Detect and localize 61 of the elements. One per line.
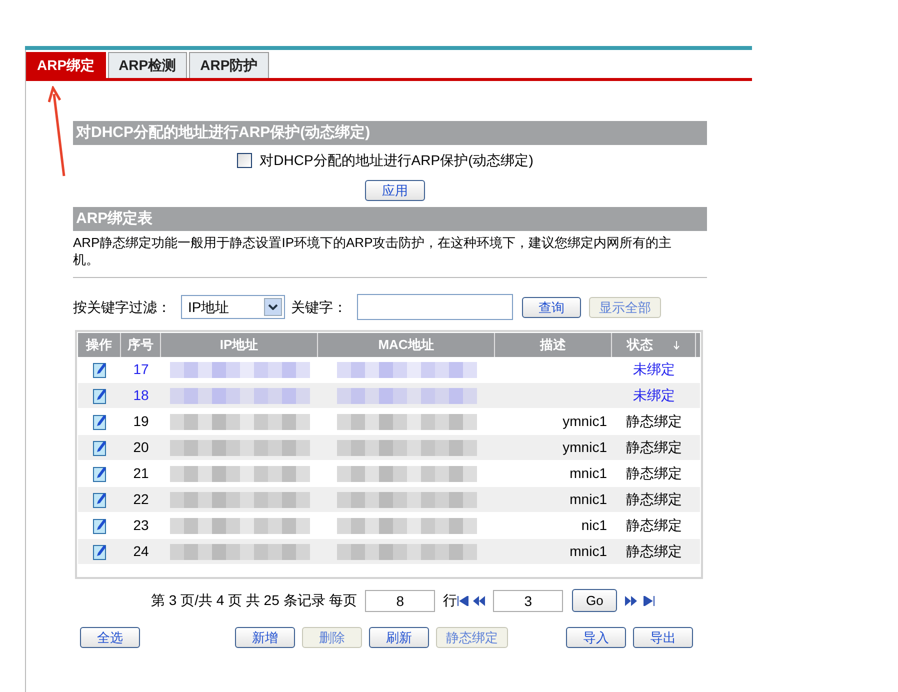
checkbox[interactable]: [236, 153, 252, 168]
section-header: 对DHCP分配的地址进行ARP保护(动态绑定): [73, 121, 707, 145]
tab[interactable]: ARP绑定: [26, 52, 106, 78]
edit-icon[interactable]: [92, 492, 106, 508]
table-cell-text: 18: [132, 386, 150, 405]
rows-label: 行: [443, 591, 458, 610]
table-cell-text: 17: [132, 360, 150, 379]
edit-icon[interactable]: [92, 362, 106, 378]
table-cell-text: mnic1: [570, 542, 607, 561]
action-button[interactable]: 全选: [80, 627, 140, 648]
keyword-field[interactable]: [357, 294, 513, 320]
edit-icon[interactable]: [92, 414, 106, 430]
status-cell-text: 静态绑定: [625, 438, 683, 457]
page-info: 第 3 页/共 4 页 共 25 条记录 每页: [151, 591, 358, 610]
table-cell-text: ymnic1: [562, 412, 607, 431]
table-cell-text: nic1: [581, 516, 607, 535]
table-cell-text: mnic1: [570, 490, 607, 509]
table-cell-text: ymnic1: [562, 438, 607, 457]
table-cell-text: 21: [132, 464, 150, 483]
chevron-down-icon: [268, 304, 278, 310]
last-page-icon[interactable]: [643, 596, 656, 606]
table-cell-text: 19: [132, 412, 150, 431]
query-button[interactable]: 查询: [522, 296, 581, 318]
tab[interactable]: ARP检测: [108, 52, 188, 78]
status-cell-text: 静态绑定: [625, 516, 683, 535]
tab[interactable]: ARP防护: [189, 52, 269, 78]
edit-icon[interactable]: [92, 544, 106, 560]
edit-icon[interactable]: [92, 518, 106, 534]
status-cell-text: 未绑定: [632, 360, 676, 379]
keyword-label: 关键字：: [291, 298, 347, 316]
action-button[interactable]: 导入: [566, 627, 626, 648]
first-page-icon[interactable]: [457, 596, 470, 606]
edit-icon[interactable]: [92, 466, 106, 482]
per-page-field[interactable]: 8: [365, 590, 436, 612]
sort-arrow-icon: [673, 340, 680, 350]
filter-select[interactable]: IP地址: [181, 295, 285, 319]
table-cell-text: 20: [132, 438, 150, 457]
status-cell-text: 静态绑定: [625, 412, 683, 431]
apply-button[interactable]: 应用: [365, 180, 425, 201]
action-button[interactable]: 新增: [235, 627, 295, 648]
action-button[interactable]: 导出: [633, 627, 693, 648]
edit-icon[interactable]: [92, 388, 106, 404]
status-cell-text: 未绑定: [632, 386, 676, 405]
edit-icon[interactable]: [92, 440, 106, 456]
checkbox-label: 对DHCP分配的地址进行ARP保护(动态绑定): [260, 151, 534, 170]
go-button[interactable]: Go: [572, 589, 618, 612]
table-cell-text: 24: [132, 542, 150, 561]
status-cell-text: 静态绑定: [625, 464, 683, 483]
previous-page-icon[interactable]: [473, 596, 486, 606]
status-cell-text: 静态绑定: [625, 542, 683, 561]
table-cell-text: 23: [132, 516, 150, 535]
action-button[interactable]: 刷新: [369, 627, 429, 648]
page-field[interactable]: 3: [493, 590, 564, 612]
table-cell-text: mnic1: [570, 464, 607, 483]
section-header: ARP绑定表: [73, 207, 707, 231]
show-all-button[interactable]: 显示全部: [589, 296, 661, 318]
next-page-icon[interactable]: [625, 596, 638, 606]
description-text: ARP静态绑定功能一般用于静态设置IP环境下的ARP攻击防护，在这种环境下，建议您绑定内网所有的主机。: [73, 234, 673, 268]
status-cell-text: 静态绑定: [625, 490, 683, 509]
filter-label: 按关键字过滤：: [73, 298, 171, 316]
table-cell-text: 22: [132, 490, 150, 509]
